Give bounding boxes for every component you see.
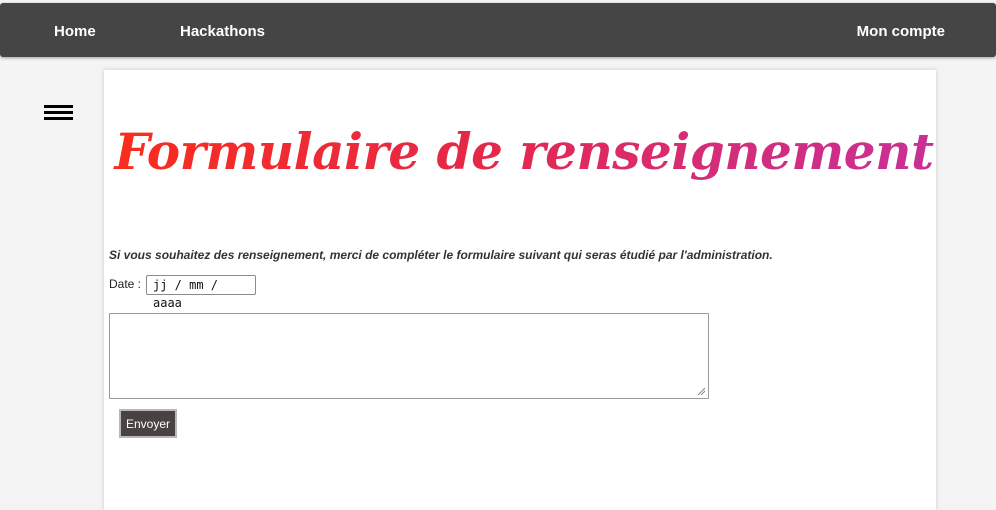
form-card: Formulaire de renseignement Si vous souh…: [104, 70, 936, 510]
submit-button[interactable]: Envoyer: [119, 409, 177, 438]
nav-home-link[interactable]: Home: [54, 23, 96, 41]
hamburger-menu-icon[interactable]: [44, 105, 73, 121]
nav-account-link[interactable]: Mon compte: [857, 23, 945, 41]
date-input-placeholder: jj / mm / aaaa: [153, 278, 219, 310]
resize-grip-icon[interactable]: [697, 387, 705, 395]
nav-hackathons-link[interactable]: Hackathons: [180, 23, 265, 41]
menu-bar-line: [44, 105, 73, 108]
menu-bar-line: [44, 117, 73, 120]
message-textarea[interactable]: [109, 313, 709, 399]
menu-bar-line: [44, 111, 73, 114]
top-navbar: Home Hackathons Mon compte: [0, 3, 996, 57]
date-label: Date :: [109, 277, 142, 291]
form-intro-text: Si vous souhaitez des renseignement, mer…: [109, 248, 773, 262]
date-input[interactable]: jj / mm / aaaa: [146, 275, 256, 310]
page-title: Formulaire de renseignement: [108, 122, 940, 182]
